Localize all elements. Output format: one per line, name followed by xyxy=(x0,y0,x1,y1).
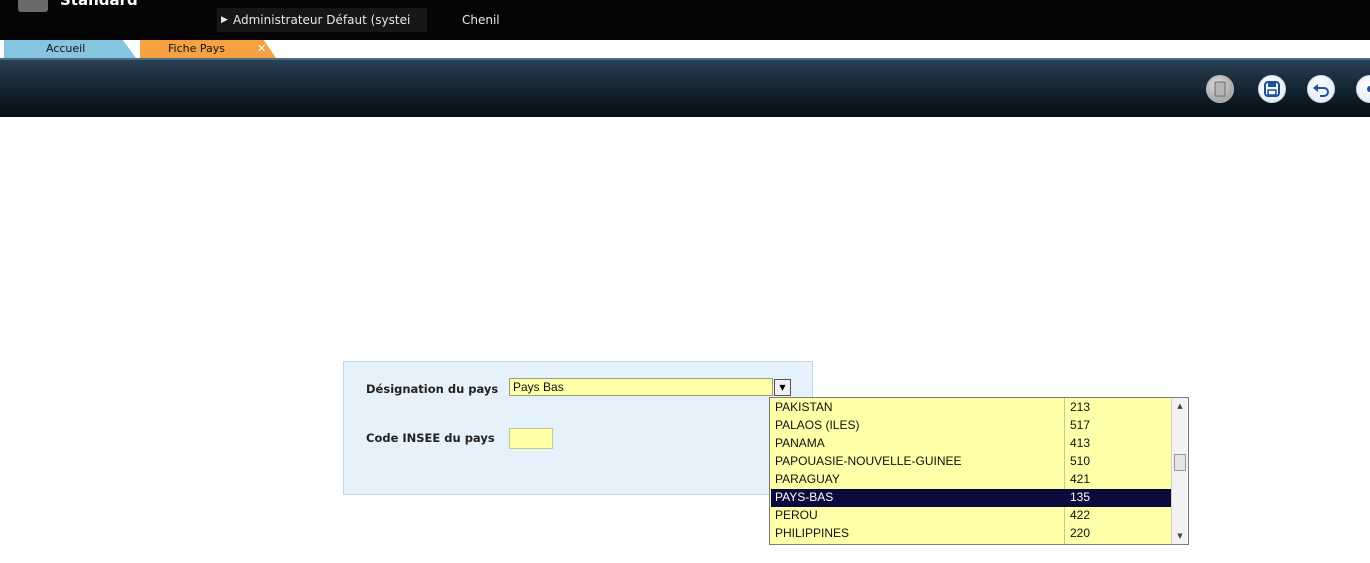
save-icon xyxy=(1264,81,1280,97)
list-item[interactable]: PANAMA 413 xyxy=(771,435,1171,453)
code-insee-label: Code INSEE du pays xyxy=(366,431,495,445)
country-name: PARAGUAY xyxy=(775,472,840,486)
tab-label: Accueil xyxy=(46,42,86,55)
new-icon xyxy=(1214,81,1226,97)
country-name: PALAOS (ILES) xyxy=(775,418,860,432)
country-name: PHILIPPINES xyxy=(775,526,850,540)
country-dropdown-list[interactable]: PAKISTAN 213 PALAOS (ILES) 517 PANAMA 41… xyxy=(769,397,1189,545)
list-item-selected[interactable]: PAYS-BAS 135 xyxy=(771,489,1171,507)
tab-fiche-pays[interactable]: Fiche Pays ✕ xyxy=(140,40,276,58)
scrollbar-thumb[interactable] xyxy=(1174,454,1186,471)
vertical-scrollbar[interactable]: ▲ ▼ xyxy=(1171,398,1188,544)
country-code: 213 xyxy=(1070,400,1091,414)
country-code: 220 xyxy=(1070,526,1091,540)
toolbar xyxy=(0,58,1370,117)
new-document-button[interactable] xyxy=(1206,75,1234,103)
site-label[interactable]: Chenil xyxy=(462,8,500,32)
list-item[interactable]: PEROU 422 xyxy=(771,507,1171,525)
dropdown-toggle-button[interactable]: ▼ xyxy=(774,379,791,396)
more-button[interactable] xyxy=(1356,75,1370,103)
country-code: 413 xyxy=(1070,436,1091,450)
country-name: PAPOUASIE-NOUVELLE-GUINEE xyxy=(775,454,962,468)
undo-button[interactable] xyxy=(1307,75,1335,103)
code-insee-input[interactable] xyxy=(509,428,553,449)
tab-accueil[interactable]: Accueil xyxy=(4,40,136,58)
country-code: 421 xyxy=(1070,472,1091,486)
user-name: Administrateur Défaut (systei xyxy=(233,13,411,27)
scroll-down-icon[interactable]: ▼ xyxy=(1172,528,1188,544)
tab-label: Fiche Pays xyxy=(168,42,225,55)
scroll-up-icon[interactable]: ▲ xyxy=(1172,398,1188,414)
app-logo-icon xyxy=(18,0,48,12)
country-name: PANAMA xyxy=(775,436,825,450)
undo-icon xyxy=(1313,84,1329,97)
app-header: Standard ▶ Administrateur Défaut (systei… xyxy=(0,0,1370,40)
country-code: 135 xyxy=(1070,490,1091,504)
country-form-panel: Désignation du pays Pays Bas ▼ Code INSE… xyxy=(343,361,813,495)
list-item[interactable]: PALAOS (ILES) 517 xyxy=(771,417,1171,435)
country-name: PAYS-BAS xyxy=(775,490,834,504)
chevron-down-icon: ▼ xyxy=(779,383,786,392)
triangle-right-icon: ▶ xyxy=(221,15,228,25)
more-icon xyxy=(1367,86,1370,92)
list-item[interactable]: PAKISTAN 213 xyxy=(771,399,1171,417)
save-button[interactable] xyxy=(1258,75,1286,103)
country-code: 510 xyxy=(1070,454,1091,468)
list-item[interactable]: PAPOUASIE-NOUVELLE-GUINEE 510 xyxy=(771,453,1171,471)
app-title: Standard xyxy=(60,0,138,9)
designation-combobox-input[interactable]: Pays Bas xyxy=(509,378,773,396)
list-item[interactable]: PARAGUAY 421 xyxy=(771,471,1171,489)
close-icon[interactable]: ✕ xyxy=(257,40,266,58)
country-name: PAKISTAN xyxy=(775,400,833,414)
country-code: 422 xyxy=(1070,508,1091,522)
designation-label: Désignation du pays xyxy=(366,382,499,396)
user-menu[interactable]: ▶ Administrateur Défaut (systei xyxy=(217,8,427,32)
country-name: PEROU xyxy=(775,508,818,522)
list-item[interactable]: PHILIPPINES 220 xyxy=(771,525,1171,543)
country-code: 517 xyxy=(1070,418,1091,432)
